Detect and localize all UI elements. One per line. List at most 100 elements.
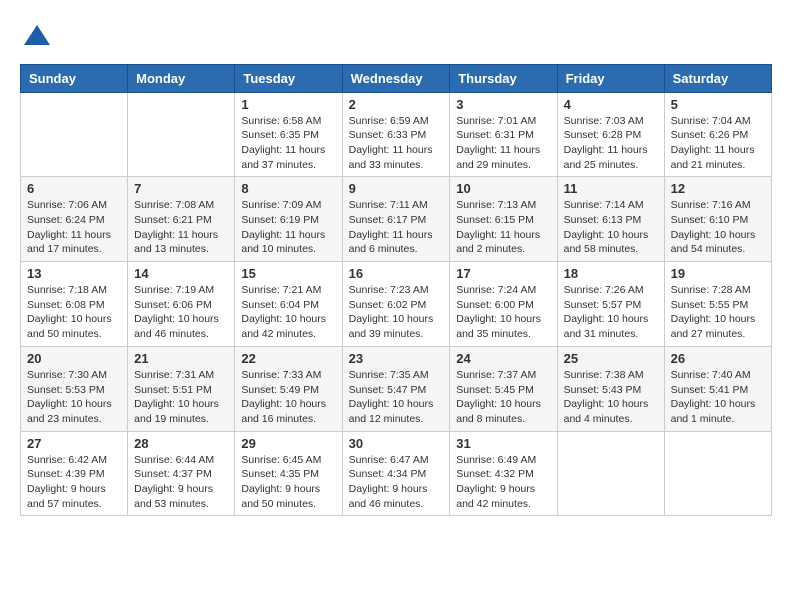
day-info: Sunrise: 7:28 AMSunset: 5:55 PMDaylight:…: [671, 283, 765, 342]
day-info: Sunrise: 7:16 AMSunset: 6:10 PMDaylight:…: [671, 198, 765, 257]
day-number: 27: [27, 436, 121, 451]
day-info: Sunrise: 6:44 AMSunset: 4:37 PMDaylight:…: [134, 453, 228, 512]
day-number: 5: [671, 97, 765, 112]
day-number: 26: [671, 351, 765, 366]
calendar-cell: 19 Sunrise: 7:28 AMSunset: 5:55 PMDayligh…: [664, 262, 771, 347]
day-info: Sunrise: 7:03 AMSunset: 6:28 PMDaylight:…: [564, 114, 658, 173]
day-number: 9: [349, 181, 444, 196]
calendar-week-row: 27Sunrise: 6:42 AMSunset: 4:39 PMDayligh…: [21, 431, 772, 516]
day-number: 8: [241, 181, 335, 196]
calendar-cell: 4Sunrise: 7:03 AMSunset: 6:28 PMDaylight…: [557, 92, 664, 177]
calendar-cell: 2 Sunrise: 6:59 AMSunset: 6:33 PMDaylight…: [342, 92, 450, 177]
calendar-cell: [128, 92, 235, 177]
weekday-header: Monday: [128, 64, 235, 92]
day-number: 10: [456, 181, 550, 196]
calendar-week-row: 13Sunrise: 7:18 AMSunset: 6:08 PMDayligh…: [21, 262, 772, 347]
day-info: Sunrise: 7:18 AMSunset: 6:08 PMDaylight:…: [27, 283, 121, 342]
calendar-cell: 15 Sunrise: 7:21 AMSunset: 6:04 PMDayligh…: [235, 262, 342, 347]
day-info: Sunrise: 7:37 AMSunset: 5:45 PMDaylight:…: [456, 368, 550, 427]
day-info: Sunrise: 7:26 AMSunset: 5:57 PMDaylight:…: [564, 283, 658, 342]
calendar-cell: 10 Sunrise: 7:13 AMSunset: 6:15 PMDayligh…: [450, 177, 557, 262]
day-number: 15: [241, 266, 335, 281]
day-number: 12: [671, 181, 765, 196]
calendar-cell: 24 Sunrise: 7:37 AMSunset: 5:45 PMDayligh…: [450, 346, 557, 431]
day-info: Sunrise: 7:11 AMSunset: 6:17 PMDaylight:…: [349, 198, 444, 257]
day-number: 31: [456, 436, 550, 451]
calendar-cell: 29 Sunrise: 6:45 AMSunset: 4:35 PMDayligh…: [235, 431, 342, 516]
calendar-week-row: 1Sunrise: 6:58 AMSunset: 6:35 PMDaylight…: [21, 92, 772, 177]
calendar-cell: 3 Sunrise: 7:01 AMSunset: 6:31 PMDaylight…: [450, 92, 557, 177]
day-info: Sunrise: 7:30 AMSunset: 5:53 PMDaylight:…: [27, 368, 121, 427]
calendar-cell: 23 Sunrise: 7:35 AMSunset: 5:47 PMDayligh…: [342, 346, 450, 431]
day-number: 16: [349, 266, 444, 281]
day-number: 3: [456, 97, 550, 112]
day-info: Sunrise: 6:47 AMSunset: 4:34 PMDaylight:…: [349, 453, 444, 512]
day-info: Sunrise: 7:35 AMSunset: 5:47 PMDaylight:…: [349, 368, 444, 427]
day-info: Sunrise: 7:33 AMSunset: 5:49 PMDaylight:…: [241, 368, 335, 427]
day-info: Sunrise: 7:40 AMSunset: 5:41 PMDaylight:…: [671, 368, 765, 427]
day-info: Sunrise: 7:24 AMSunset: 6:00 PMDaylight:…: [456, 283, 550, 342]
day-number: 25: [564, 351, 658, 366]
logo-icon: [22, 20, 52, 50]
calendar-cell: 1Sunrise: 6:58 AMSunset: 6:35 PMDaylight…: [235, 92, 342, 177]
calendar-cell: 14 Sunrise: 7:19 AMSunset: 6:06 PMDayligh…: [128, 262, 235, 347]
weekday-header: Saturday: [664, 64, 771, 92]
calendar-week-row: 20 Sunrise: 7:30 AMSunset: 5:53 PMDayligh…: [21, 346, 772, 431]
page-header: [20, 20, 772, 56]
calendar-cell: 26 Sunrise: 7:40 AMSunset: 5:41 PMDayligh…: [664, 346, 771, 431]
day-number: 14: [134, 266, 228, 281]
calendar-cell: 25 Sunrise: 7:38 AMSunset: 5:43 PMDayligh…: [557, 346, 664, 431]
day-info: Sunrise: 7:13 AMSunset: 6:15 PMDaylight:…: [456, 198, 550, 257]
calendar-cell: 27Sunrise: 6:42 AMSunset: 4:39 PMDayligh…: [21, 431, 128, 516]
day-info: Sunrise: 6:59 AMSunset: 6:33 PMDaylight:…: [349, 114, 444, 173]
day-info: Sunrise: 6:45 AMSunset: 4:35 PMDaylight:…: [241, 453, 335, 512]
day-number: 18: [564, 266, 658, 281]
calendar-cell: 9 Sunrise: 7:11 AMSunset: 6:17 PMDaylight…: [342, 177, 450, 262]
calendar-cell: 16Sunrise: 7:23 AMSunset: 6:02 PMDayligh…: [342, 262, 450, 347]
day-info: Sunrise: 7:21 AMSunset: 6:04 PMDaylight:…: [241, 283, 335, 342]
logo: [20, 20, 52, 56]
day-number: 24: [456, 351, 550, 366]
weekday-header: Wednesday: [342, 64, 450, 92]
day-info: Sunrise: 7:06 AMSunset: 6:24 PMDaylight:…: [27, 198, 121, 257]
calendar-cell: 21Sunrise: 7:31 AMSunset: 5:51 PMDayligh…: [128, 346, 235, 431]
calendar-cell: [664, 431, 771, 516]
calendar-cell: 17 Sunrise: 7:24 AMSunset: 6:00 PMDayligh…: [450, 262, 557, 347]
day-info: Sunrise: 7:01 AMSunset: 6:31 PMDaylight:…: [456, 114, 550, 173]
calendar-cell: 22Sunrise: 7:33 AMSunset: 5:49 PMDayligh…: [235, 346, 342, 431]
calendar-cell: 28 Sunrise: 6:44 AMSunset: 4:37 PMDayligh…: [128, 431, 235, 516]
day-info: Sunrise: 6:58 AMSunset: 6:35 PMDaylight:…: [241, 114, 335, 173]
day-info: Sunrise: 7:19 AMSunset: 6:06 PMDaylight:…: [134, 283, 228, 342]
calendar-cell: 12 Sunrise: 7:16 AMSunset: 6:10 PMDayligh…: [664, 177, 771, 262]
day-number: 28: [134, 436, 228, 451]
weekday-header: Tuesday: [235, 64, 342, 92]
weekday-header: Thursday: [450, 64, 557, 92]
day-number: 11: [564, 181, 658, 196]
calendar-cell: 5 Sunrise: 7:04 AMSunset: 6:26 PMDaylight…: [664, 92, 771, 177]
calendar-cell: 6 Sunrise: 7:06 AMSunset: 6:24 PMDaylight…: [21, 177, 128, 262]
calendar-cell: 8Sunrise: 7:09 AMSunset: 6:19 PMDaylight…: [235, 177, 342, 262]
day-info: Sunrise: 7:04 AMSunset: 6:26 PMDaylight:…: [671, 114, 765, 173]
calendar-cell: 31Sunrise: 6:49 AMSunset: 4:32 PMDayligh…: [450, 431, 557, 516]
day-number: 19: [671, 266, 765, 281]
day-info: Sunrise: 7:14 AMSunset: 6:13 PMDaylight:…: [564, 198, 658, 257]
day-info: Sunrise: 7:08 AMSunset: 6:21 PMDaylight:…: [134, 198, 228, 257]
calendar-cell: 13Sunrise: 7:18 AMSunset: 6:08 PMDayligh…: [21, 262, 128, 347]
day-number: 20: [27, 351, 121, 366]
calendar-cell: [21, 92, 128, 177]
day-number: 29: [241, 436, 335, 451]
day-number: 2: [349, 97, 444, 112]
calendar-cell: 20 Sunrise: 7:30 AMSunset: 5:53 PMDayligh…: [21, 346, 128, 431]
calendar-cell: 18 Sunrise: 7:26 AMSunset: 5:57 PMDayligh…: [557, 262, 664, 347]
calendar-cell: 7Sunrise: 7:08 AMSunset: 6:21 PMDaylight…: [128, 177, 235, 262]
calendar-cell: 11 Sunrise: 7:14 AMSunset: 6:13 PMDayligh…: [557, 177, 664, 262]
weekday-header: Sunday: [21, 64, 128, 92]
day-info: Sunrise: 7:38 AMSunset: 5:43 PMDaylight:…: [564, 368, 658, 427]
day-number: 21: [134, 351, 228, 366]
day-number: 17: [456, 266, 550, 281]
calendar-table: SundayMondayTuesdayWednesdayThursdayFrid…: [20, 64, 772, 517]
calendar-cell: [557, 431, 664, 516]
day-number: 6: [27, 181, 121, 196]
day-number: 23: [349, 351, 444, 366]
day-number: 30: [349, 436, 444, 451]
